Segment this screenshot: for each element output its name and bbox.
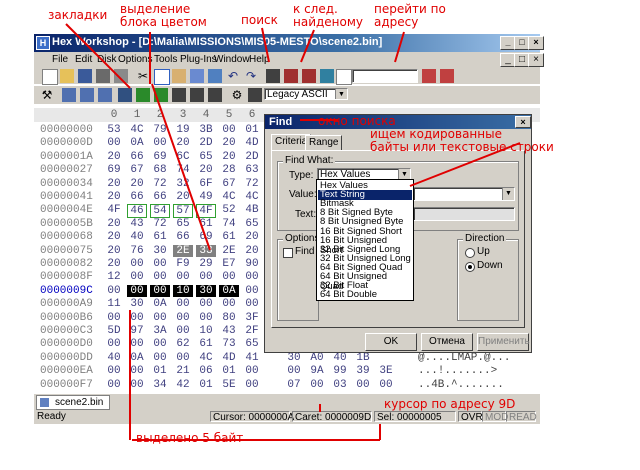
arrow-search <box>261 27 270 63</box>
arrow-next-found <box>300 29 315 63</box>
annotation-search-desc: ищем кодированные байты или текстовые ст… <box>370 127 554 154</box>
annotation-arrows <box>65 23 521 441</box>
arrow-goto <box>394 31 405 63</box>
arrow-highlight-2 <box>151 83 211 251</box>
arrow-bookmarks <box>65 23 131 89</box>
annotation-selected: выделено 5 байт <box>136 431 244 445</box>
annotation-cursor: курсор по адресу 9D <box>384 397 516 411</box>
